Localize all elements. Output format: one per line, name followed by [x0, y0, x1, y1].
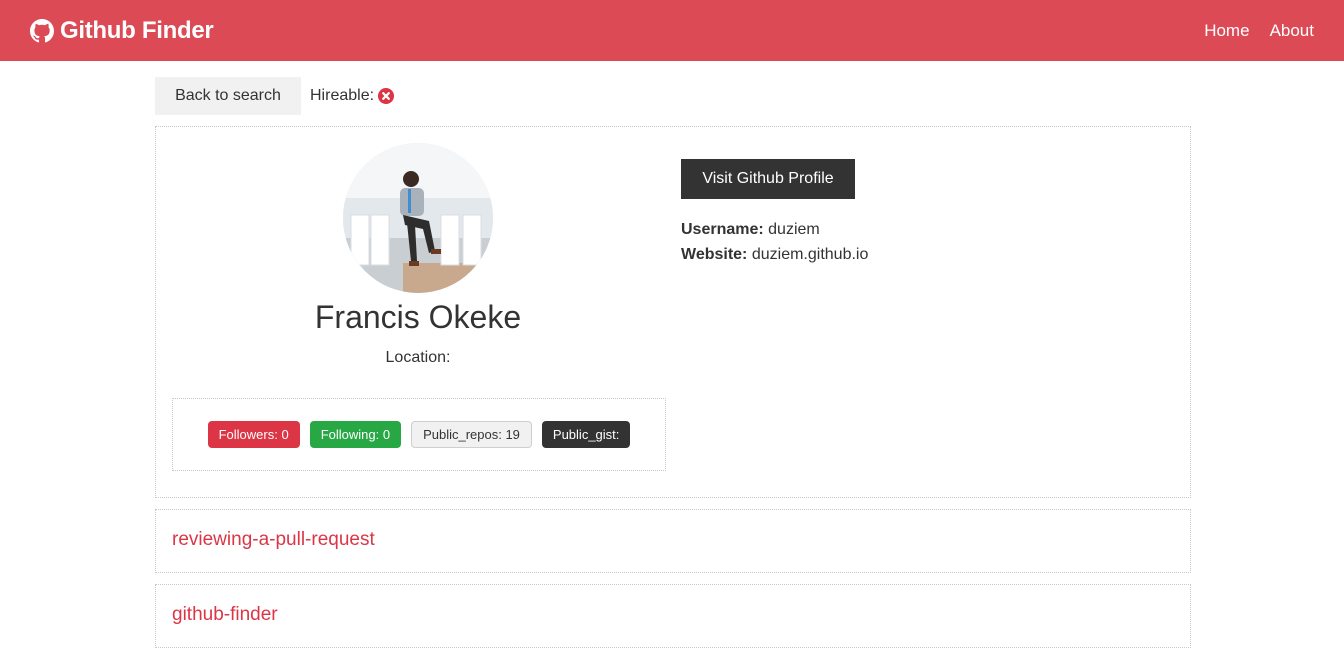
public-gist-badge: Public_gist: — [541, 421, 631, 448]
website-row: Website: duziem.github.io — [681, 242, 868, 267]
public-repos-badge: Public_repos: 19 — [411, 421, 532, 448]
nav-home-link[interactable]: Home — [1204, 21, 1249, 41]
visit-github-profile-button[interactable]: Visit Github Profile — [681, 159, 855, 199]
hireable-status: Hireable: — [310, 86, 395, 106]
navbar: Github Finder Home About — [0, 0, 1344, 61]
brand[interactable]: Github Finder — [30, 16, 214, 45]
back-to-search-button[interactable]: Back to search — [155, 77, 301, 115]
repo-card: github-finder — [155, 584, 1191, 648]
repo-card: reviewing-a-pull-request — [155, 509, 1191, 573]
profile-location: Location: — [385, 349, 451, 366]
repo-link[interactable]: github-finder — [172, 604, 278, 626]
following-badge: Following: 0 — [309, 421, 402, 448]
times-circle-icon — [378, 88, 395, 104]
nav-about-link[interactable]: About — [1270, 21, 1314, 41]
profile-card: Francis Okeke Location: Followers: 0 Fol… — [155, 126, 1191, 498]
stats-box: Followers: 0 Following: 0 Public_repos: … — [172, 398, 666, 471]
hireable-label: Hireable: — [310, 87, 375, 104]
avatar — [343, 143, 493, 293]
username-row: Username: duziem — [681, 217, 868, 242]
profile-name: Francis Okeke — [314, 299, 522, 335]
username-label: Username: — [681, 221, 764, 238]
brand-title: Github Finder — [60, 16, 214, 44]
website-label: Website: — [681, 246, 748, 263]
profile-info: Username: duziem Website: duziem.github.… — [681, 217, 868, 267]
repo-link[interactable]: reviewing-a-pull-request — [172, 529, 375, 551]
website-value: duziem.github.io — [751, 246, 869, 263]
nav-links: Home About — [1204, 21, 1314, 41]
github-icon — [30, 18, 54, 43]
username-value: duziem — [768, 221, 820, 238]
followers-badge: Followers: 0 — [207, 421, 300, 448]
